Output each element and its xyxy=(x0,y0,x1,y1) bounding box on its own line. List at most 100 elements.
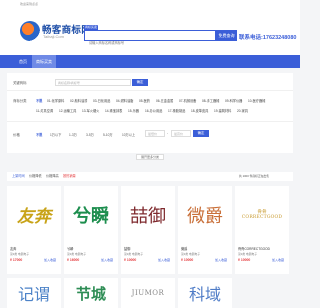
category-item[interactable]: 08-手工器械 xyxy=(202,98,219,103)
sort-price-high[interactable]: 价格降高 xyxy=(46,172,59,181)
product-card[interactable]: JIUMOR xyxy=(121,278,175,308)
trademark-text: 记谓 xyxy=(17,285,50,304)
welcome-text: 欢迎来到点点 xyxy=(20,2,39,6)
product-card[interactable]: 兮瞬 兮瞬 第9类 电器电子 ¥ 16000 加入收藏 xyxy=(64,186,118,274)
trademark-text: JIUMOR xyxy=(131,289,165,297)
price-option[interactable]: 1万以下 xyxy=(50,132,61,137)
favorite-link[interactable]: 加入收藏 xyxy=(44,258,56,262)
category-item[interactable]: 07-机械设备 xyxy=(179,98,196,103)
nav-item-home[interactable]: 首页 xyxy=(14,55,32,68)
filter-panel: 关键商标 商标名称/商标号 确定 商标分类 不限 01-化学原料 02-颜料油漆… xyxy=(7,73,293,153)
trademark-image[interactable]: JIUMOR xyxy=(121,278,175,308)
contact-phone: 联系电话:17623248080 xyxy=(239,35,297,41)
trademark-text: 科域 xyxy=(188,285,221,304)
price-option[interactable]: 3-5万 xyxy=(86,132,94,137)
search-input[interactable] xyxy=(85,38,189,48)
trademark-image[interactable]: 兮瞬 xyxy=(64,186,118,243)
product-card[interactable]: 节城 xyxy=(64,278,118,308)
category-item[interactable]: 06-五金金属 xyxy=(156,98,173,103)
trademark-text: 兮瞬 xyxy=(73,205,109,227)
site-header: 畅客商标网 Taihaji.Com 商标买卖 免费查询 联系电话:1762324… xyxy=(0,9,300,55)
product-card[interactable]: 喆御 喆御 第9类 电器电子 ¥ 10000 加入收藏 xyxy=(121,186,175,274)
trademark-image[interactable]: 友奔 xyxy=(7,186,61,243)
category-item[interactable]: 14-珠宝钟表 xyxy=(105,108,122,113)
trademark-image[interactable]: 喆御 xyxy=(121,186,175,243)
product-name[interactable]: 友奔 xyxy=(10,246,16,251)
trademark-text: 节城 xyxy=(75,284,106,303)
product-category: 第9类 电器电子 xyxy=(10,252,30,256)
divider xyxy=(7,90,293,91)
product-name[interactable]: 喆御 xyxy=(124,246,130,251)
logo-icon[interactable] xyxy=(20,21,40,41)
favorite-link[interactable]: 加入收藏 xyxy=(215,258,227,262)
sort-by-time[interactable]: 上架时间 xyxy=(12,172,25,181)
logo-subtitle: Taihaji.Com xyxy=(43,34,64,39)
product-name[interactable]: 兮瞬 xyxy=(67,246,73,251)
favorite-link[interactable]: 加入收藏 xyxy=(158,258,170,262)
price-range-separator: - xyxy=(167,131,169,135)
product-card[interactable]: 骨骨 CORRECTGOOD 骨骨CORRECTGOOD 第9类 电器电子 ¥ … xyxy=(235,186,289,274)
product-price: ¥ 17000 xyxy=(10,258,23,262)
product-price: ¥ 10000 xyxy=(238,258,251,262)
product-card[interactable]: 科域 xyxy=(178,278,232,308)
trademark-text: 友奔 xyxy=(17,207,51,227)
expand-more-button[interactable]: 展开更多分类 xyxy=(136,154,164,160)
search-box xyxy=(84,30,216,48)
category-item[interactable]: 05-医药 xyxy=(139,98,150,103)
product-category: 第9类 电器电子 xyxy=(238,252,258,256)
category-item[interactable]: 19-建筑材料 xyxy=(214,108,231,113)
sort-price-low[interactable]: 价格降低 xyxy=(29,172,42,181)
main-nav: 首页 商标买卖 xyxy=(0,55,300,68)
trademark-image[interactable]: 微爵 xyxy=(178,186,232,243)
category-item[interactable]: 04-燃料油脂 xyxy=(116,98,133,103)
category-item[interactable]: 18-皮革皮具 xyxy=(191,108,208,113)
category-item[interactable]: 16-办公用品 xyxy=(145,108,162,113)
price-option[interactable]: 5-10万 xyxy=(103,132,113,137)
product-name[interactable]: 骨骨CORRECTGOOD xyxy=(238,246,270,251)
product-price: ¥ 10000 xyxy=(124,258,137,262)
favorite-link[interactable]: 加入收藏 xyxy=(272,258,284,262)
category-item[interactable]: 10-医疗器械 xyxy=(248,98,265,103)
product-card[interactable]: 记谓 xyxy=(7,278,61,308)
category-item[interactable]: 01-化学原料 xyxy=(47,98,64,103)
favorite-link[interactable]: 加入收藏 xyxy=(101,258,113,262)
category-item[interactable]: 12-运输工具 xyxy=(59,108,76,113)
divider xyxy=(7,121,293,122)
search-button[interactable]: 免费查询 xyxy=(216,30,237,41)
product-category: 第9类 电器电子 xyxy=(67,252,87,256)
category-item[interactable]: 02-颜料油漆 xyxy=(70,98,87,103)
price-option[interactable]: 不限 xyxy=(36,132,42,137)
trademark-image[interactable]: 节城 xyxy=(64,278,118,308)
trademark-image[interactable]: 记谓 xyxy=(7,278,61,308)
product-price: ¥ 10000 xyxy=(181,258,194,262)
category-item[interactable]: 09-科学仪器 xyxy=(225,98,242,103)
product-price: ¥ 16000 xyxy=(67,258,80,262)
category-item[interactable]: 17-橡胶制品 xyxy=(168,108,185,113)
price-confirm-button[interactable]: 确定 xyxy=(193,130,209,137)
sort-by-sales[interactable]: 按热销量 xyxy=(63,172,76,181)
category-label: 商标分类 xyxy=(13,99,27,103)
price-min-input[interactable]: 最低价 xyxy=(145,130,165,137)
category-item[interactable]: 11-灯具空调 xyxy=(36,108,53,113)
trademark-text: 喆御 xyxy=(130,205,166,227)
category-item[interactable]: 03-日化用品 xyxy=(93,98,110,103)
keyword-confirm-button[interactable]: 确定 xyxy=(132,79,148,86)
trademark-image[interactable]: 骨骨 CORRECTGOOD xyxy=(235,186,289,243)
category-item[interactable]: 不限 xyxy=(36,98,42,103)
price-option[interactable]: 1-3万 xyxy=(69,132,77,137)
price-option[interactable]: 10万以上 xyxy=(122,132,135,137)
product-card[interactable]: 微爵 微爵 第9类 电器电子 ¥ 10000 加入收藏 xyxy=(178,186,232,274)
keyword-input[interactable]: 商标名称/商标号 xyxy=(55,79,131,86)
product-category: 第9类 电器电子 xyxy=(124,252,144,256)
price-label: 价格 xyxy=(13,133,20,137)
product-name[interactable]: 微爵 xyxy=(181,246,187,251)
price-max-input[interactable]: 最高价 xyxy=(171,130,191,137)
category-item[interactable]: 15-乐器 xyxy=(128,108,139,113)
category-item[interactable]: 13-军火烟火 xyxy=(82,108,99,113)
nav-item-trademark-trade[interactable]: 商标买卖 xyxy=(32,55,56,68)
trademark-text: 微爵 xyxy=(187,205,223,227)
sort-bar: 上架时间 价格降低 价格降高 按热销量 共 1000 件商标正在出售 xyxy=(7,172,293,181)
product-card[interactable]: 友奔 友奔 第9类 电器电子 ¥ 17000 加入收藏 xyxy=(7,186,61,274)
category-item[interactable]: 20-家具 xyxy=(237,108,248,113)
trademark-image[interactable]: 科域 xyxy=(178,278,232,308)
